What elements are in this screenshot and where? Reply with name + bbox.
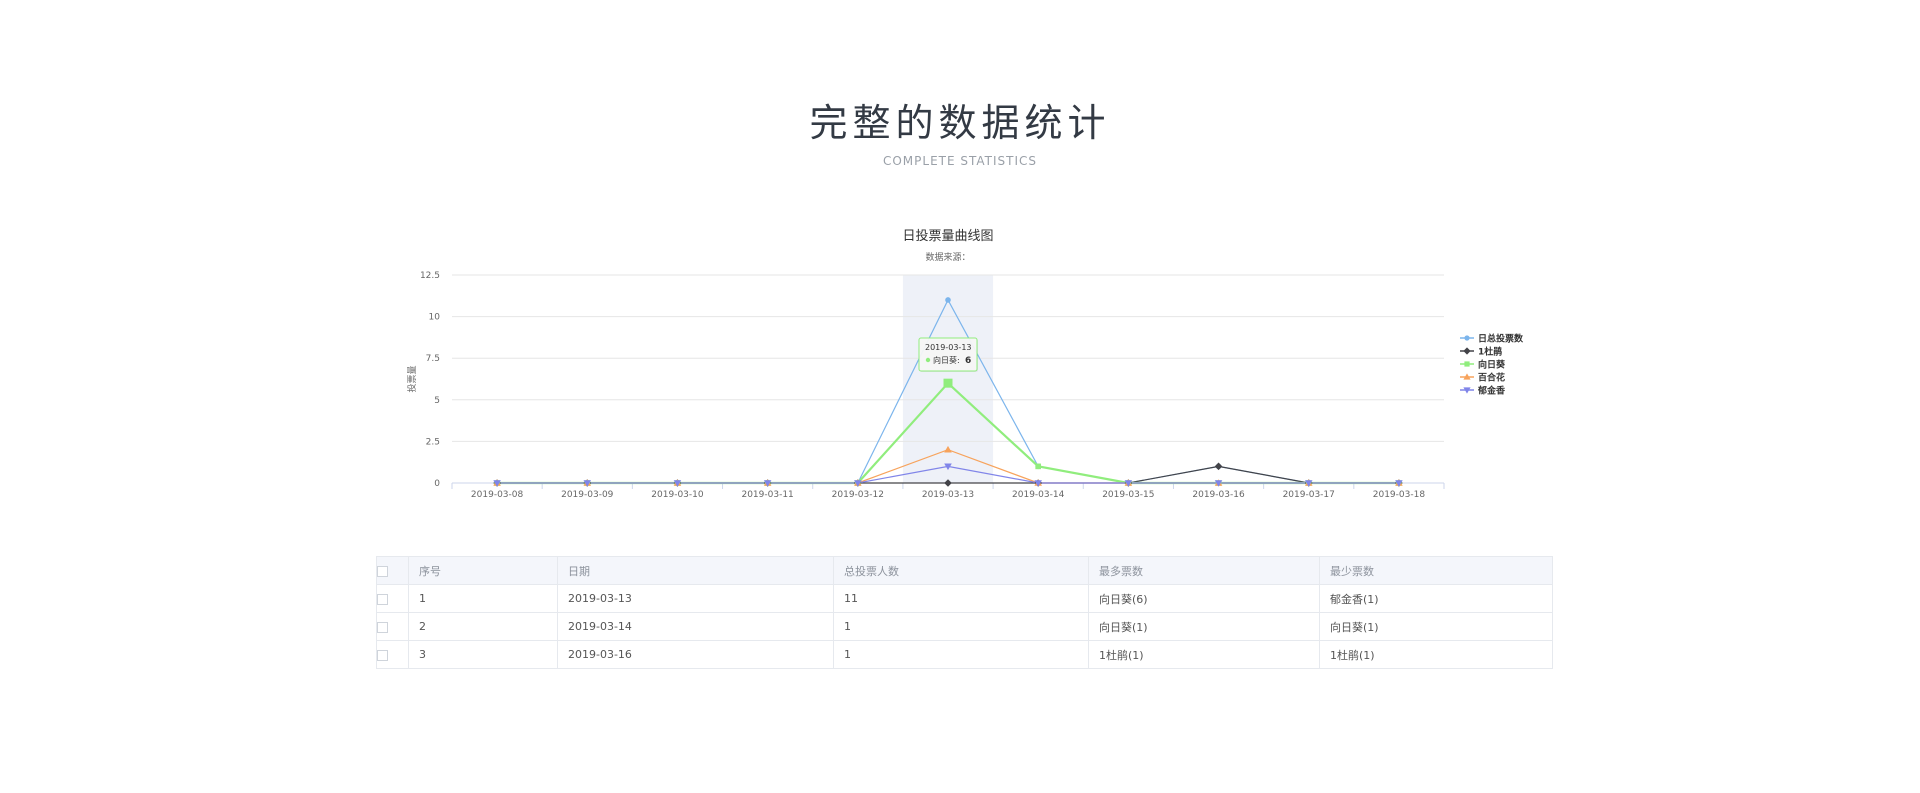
cell-date: 2019-03-16	[557, 640, 834, 669]
x-tick-label: 2019-03-11	[741, 490, 793, 500]
data-point[interactable]	[1214, 462, 1223, 471]
column-header-most-votes[interactable]: 最多票数	[1088, 556, 1320, 585]
y-tick-label: 2.5	[426, 437, 440, 447]
tooltip-series-dot	[925, 357, 931, 363]
table-header-row: 序号 日期 总投票人数 最多票数 最少票数	[376, 556, 1553, 585]
data-point[interactable]	[943, 378, 953, 388]
x-tick-label: 2019-03-15	[1102, 490, 1154, 500]
legend-item-label: 1杜鹃	[1478, 346, 1502, 358]
tooltip-date: 2019-03-13	[925, 343, 972, 352]
legend-marker[interactable]	[1464, 335, 1470, 341]
page: 完整的数据统计 COMPLETE STATISTICS 0 2.5 5 7.5 10 12…	[0, 0, 1920, 793]
row-checkbox[interactable]	[377, 649, 388, 661]
cell-date: 2019-03-14	[557, 612, 834, 641]
column-header-total-voters[interactable]: 总投票人数	[833, 556, 1089, 585]
row-checkbox[interactable]	[377, 621, 388, 633]
table-row[interactable]: 3 2019-03-16 1 1杜鹃(1) 1杜鹃(1)	[376, 640, 1553, 669]
cell-least-votes: 1杜鹃(1)	[1319, 640, 1553, 669]
x-tick-label: 2019-03-10	[651, 490, 704, 500]
row-checkbox[interactable]	[377, 593, 388, 605]
cell-date: 2019-03-13	[557, 584, 834, 613]
row-select-cell	[376, 640, 409, 669]
tooltip-value: 6	[965, 356, 971, 366]
cell-index: 1	[408, 584, 558, 613]
cell-total-voters: 1	[833, 640, 1089, 669]
row-select-cell	[376, 612, 409, 641]
x-tick-label: 2019-03-18	[1373, 490, 1426, 500]
x-tick-label: 2019-03-12	[832, 490, 884, 500]
chart-subtitle: 数据来源：	[925, 251, 970, 263]
x-tick-label: 2019-03-16	[1192, 490, 1245, 500]
column-header-least-votes[interactable]: 最少票数	[1319, 556, 1553, 585]
y-tick-label: 12.5	[420, 271, 440, 281]
cell-least-votes: 向日葵(1)	[1319, 612, 1553, 641]
y-tick-label: 5	[434, 396, 440, 406]
chart-title: 日投票量曲线图	[902, 228, 993, 244]
legend-item-label: 郁金香	[1477, 385, 1506, 397]
y-axis-label: 投票量	[406, 365, 418, 392]
legend-marker[interactable]	[1464, 361, 1470, 367]
y-tick-label: 0	[434, 479, 440, 489]
cell-index: 3	[408, 640, 558, 669]
x-tick-label: 2019-03-14	[1012, 490, 1065, 500]
legend-item-label: 百合花	[1478, 372, 1505, 384]
vote-line-chart[interactable]: 0 2.5 5 7.5 10 12.5 2019-03-08 2019-03-09 2019-0…	[0, 0, 1920, 540]
column-header-date[interactable]: 日期	[557, 556, 834, 585]
row-select-cell	[376, 584, 409, 613]
x-tick-label: 2019-03-08	[471, 490, 524, 500]
table-row[interactable]: 1 2019-03-13 11 向日葵(6) 郁金香(1)	[376, 584, 1553, 613]
legend-item-label: 向日葵	[1478, 359, 1506, 371]
table-row[interactable]: 2 2019-03-14 1 向日葵(1) 向日葵(1)	[376, 612, 1553, 641]
cell-most-votes: 1杜鹃(1)	[1088, 640, 1320, 669]
x-tick-label: 2019-03-13	[922, 490, 974, 500]
vote-stats-table: 序号 日期 总投票人数 最多票数 最少票数 1 2019-03-13 11 向日…	[376, 556, 1553, 669]
cell-total-voters: 1	[833, 612, 1089, 641]
data-point[interactable]	[945, 297, 951, 303]
legend-marker[interactable]	[1463, 347, 1471, 355]
cell-least-votes: 郁金香(1)	[1319, 584, 1553, 613]
x-tick-label: 2019-03-17	[1283, 490, 1335, 500]
cell-most-votes: 向日葵(6)	[1088, 584, 1320, 613]
cell-total-voters: 11	[833, 584, 1089, 613]
select-all-checkbox[interactable]	[377, 565, 388, 577]
y-tick-label: 10	[429, 313, 441, 323]
x-tick-label: 2019-03-09	[561, 490, 614, 500]
legend-item-label: 日总投票数	[1478, 333, 1524, 345]
cell-most-votes: 向日葵(1)	[1088, 612, 1320, 641]
data-point[interactable]	[1035, 463, 1041, 470]
cell-index: 2	[408, 612, 558, 641]
select-all-cell	[376, 556, 409, 585]
column-header-index[interactable]: 序号	[408, 556, 558, 585]
tooltip-series-name: 向日葵:	[933, 355, 960, 365]
y-tick-label: 7.5	[426, 354, 440, 364]
